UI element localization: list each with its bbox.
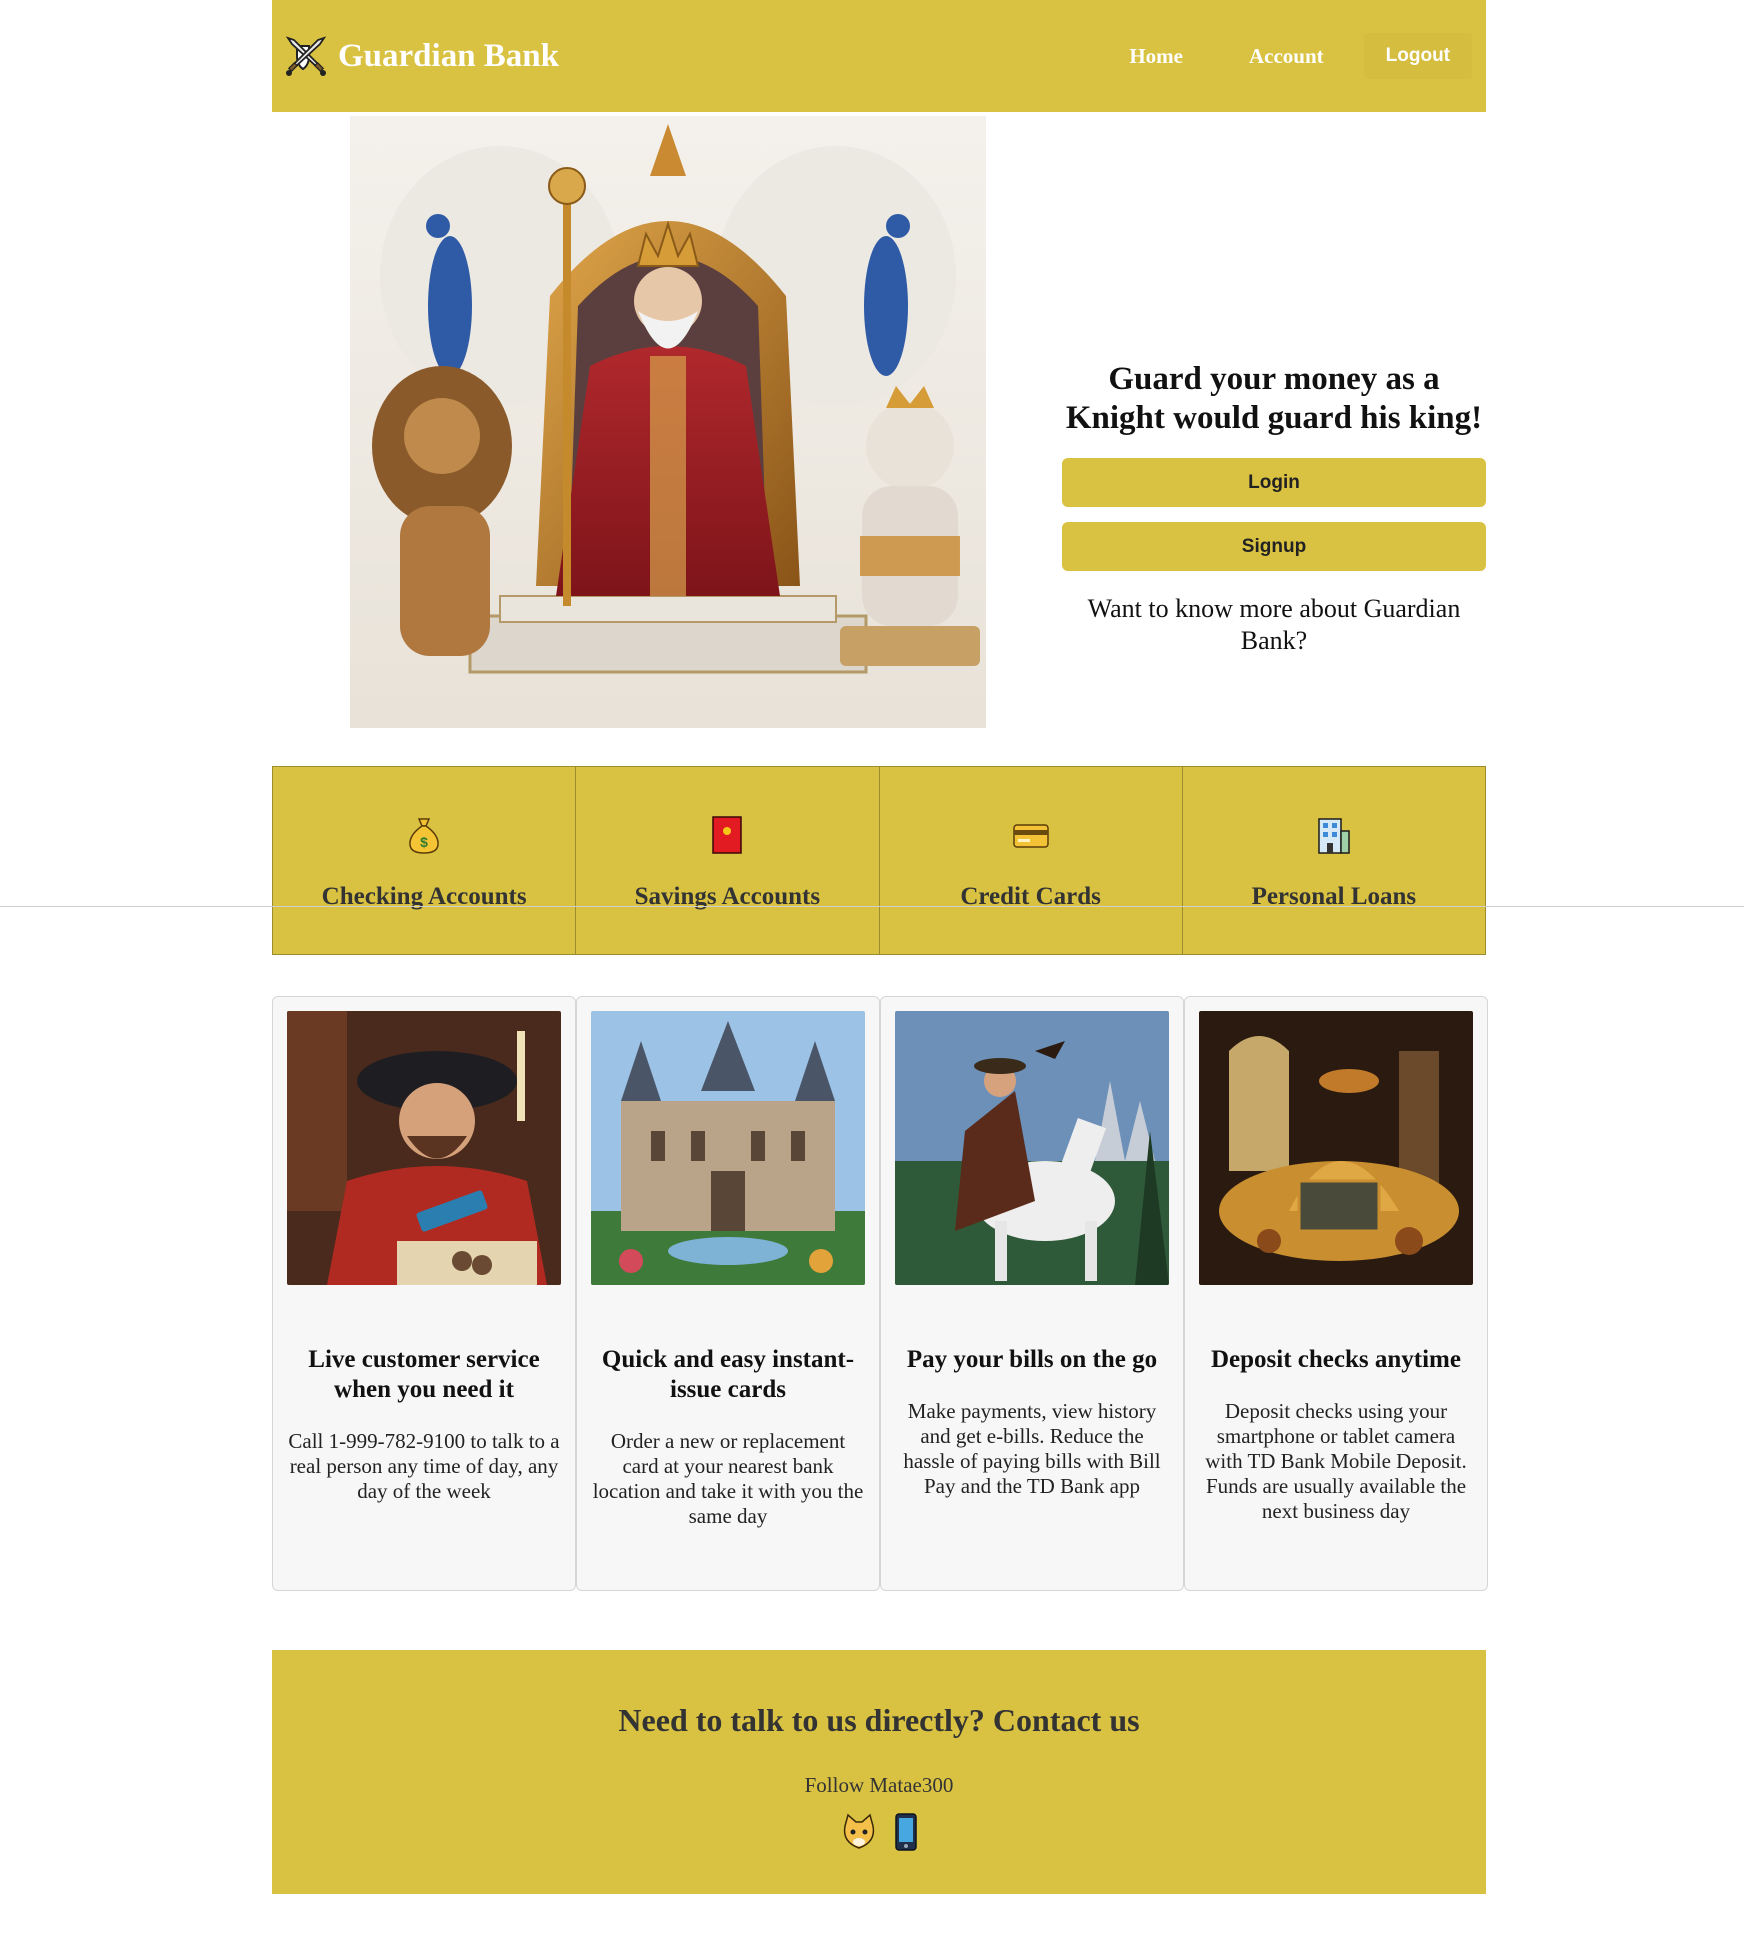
learn-more-text[interactable]: Want to know more about Guardian Bank? — [1062, 593, 1486, 657]
feature-card: Quick and easy instant-issue cards Order… — [576, 996, 880, 1591]
red-envelope-icon — [712, 816, 743, 854]
contact-footer: Need to talk to us directly? Contact us … — [272, 1650, 1486, 1894]
feature-card: Live customer service when you need it C… — [272, 996, 576, 1591]
card-text: Order a new or replacement card at your … — [592, 1429, 864, 1528]
feature-card: Pay your bills on the go Make payments, … — [880, 996, 1184, 1591]
main-nav: Home Account Logout — [1103, 32, 1472, 81]
nav-account-link[interactable]: Account — [1223, 32, 1350, 81]
gothic-palace-image — [591, 1011, 865, 1285]
card-title: Live customer service when you need it — [308, 1346, 540, 1403]
hero-title: Guard your money as a Knight would guard… — [1065, 361, 1483, 436]
card-title: Quick and easy instant-issue cards — [601, 1346, 855, 1403]
treasure-vault-gold-coins-image — [1199, 1011, 1473, 1285]
hero-cta: Guard your money as a Knight would guard… — [1062, 360, 1486, 657]
crossed-swords-shield-icon — [285, 36, 327, 76]
mobile-phone-icon[interactable] — [894, 1812, 918, 1852]
divider-line — [0, 906, 1744, 907]
services-strip: $ Checking Accounts Savings Accounts Cre… — [272, 766, 1486, 955]
service-credit-cards[interactable]: Credit Cards — [879, 766, 1183, 955]
feature-card: Deposit checks anytime Deposit checks us… — [1184, 996, 1488, 1591]
follow-text: Follow Matae300 — [804, 1773, 954, 1797]
cat-face-icon[interactable] — [840, 1812, 878, 1852]
card-text: Call 1-999-782-9100 to talk to a real pe… — [288, 1429, 560, 1503]
signup-button[interactable]: Signup — [1062, 522, 1486, 571]
site-header: Guardian Bank Home Account Logout — [272, 0, 1486, 112]
brand[interactable]: Guardian Bank — [284, 34, 559, 78]
money-bag-icon: $ — [409, 818, 439, 854]
svg-text:$: $ — [420, 834, 428, 850]
card-title: Pay your bills on the go — [906, 1346, 1158, 1373]
noble-on-white-horse-image — [895, 1011, 1169, 1285]
office-building-icon — [1318, 818, 1350, 854]
medieval-man-on-phone-image — [287, 1011, 561, 1285]
service-savings-accounts[interactable]: Savings Accounts — [576, 766, 880, 955]
credit-card-icon — [1012, 824, 1049, 848]
service-personal-loans[interactable]: Personal Loans — [1182, 766, 1486, 955]
card-title: Deposit checks anytime — [1211, 1346, 1461, 1373]
nav-home-link[interactable]: Home — [1103, 32, 1209, 81]
service-checking-accounts[interactable]: $ Checking Accounts — [272, 766, 577, 955]
card-text: Deposit checks using your smartphone or … — [1205, 1399, 1467, 1523]
king-on-throne-image — [350, 116, 986, 728]
footer-title: Need to talk to us directly? Contact us — [618, 1702, 1140, 1738]
hero-section: Guard your money as a Knight would guard… — [272, 112, 1486, 762]
logout-button[interactable]: Logout — [1363, 33, 1472, 79]
feature-cards: Live customer service when you need it C… — [272, 996, 1488, 1591]
brand-name: Guardian Bank — [338, 37, 560, 74]
card-text: Make payments, view history and get e-bi… — [903, 1399, 1161, 1498]
login-button[interactable]: Login — [1062, 458, 1486, 507]
social-icons — [272, 1812, 1486, 1852]
